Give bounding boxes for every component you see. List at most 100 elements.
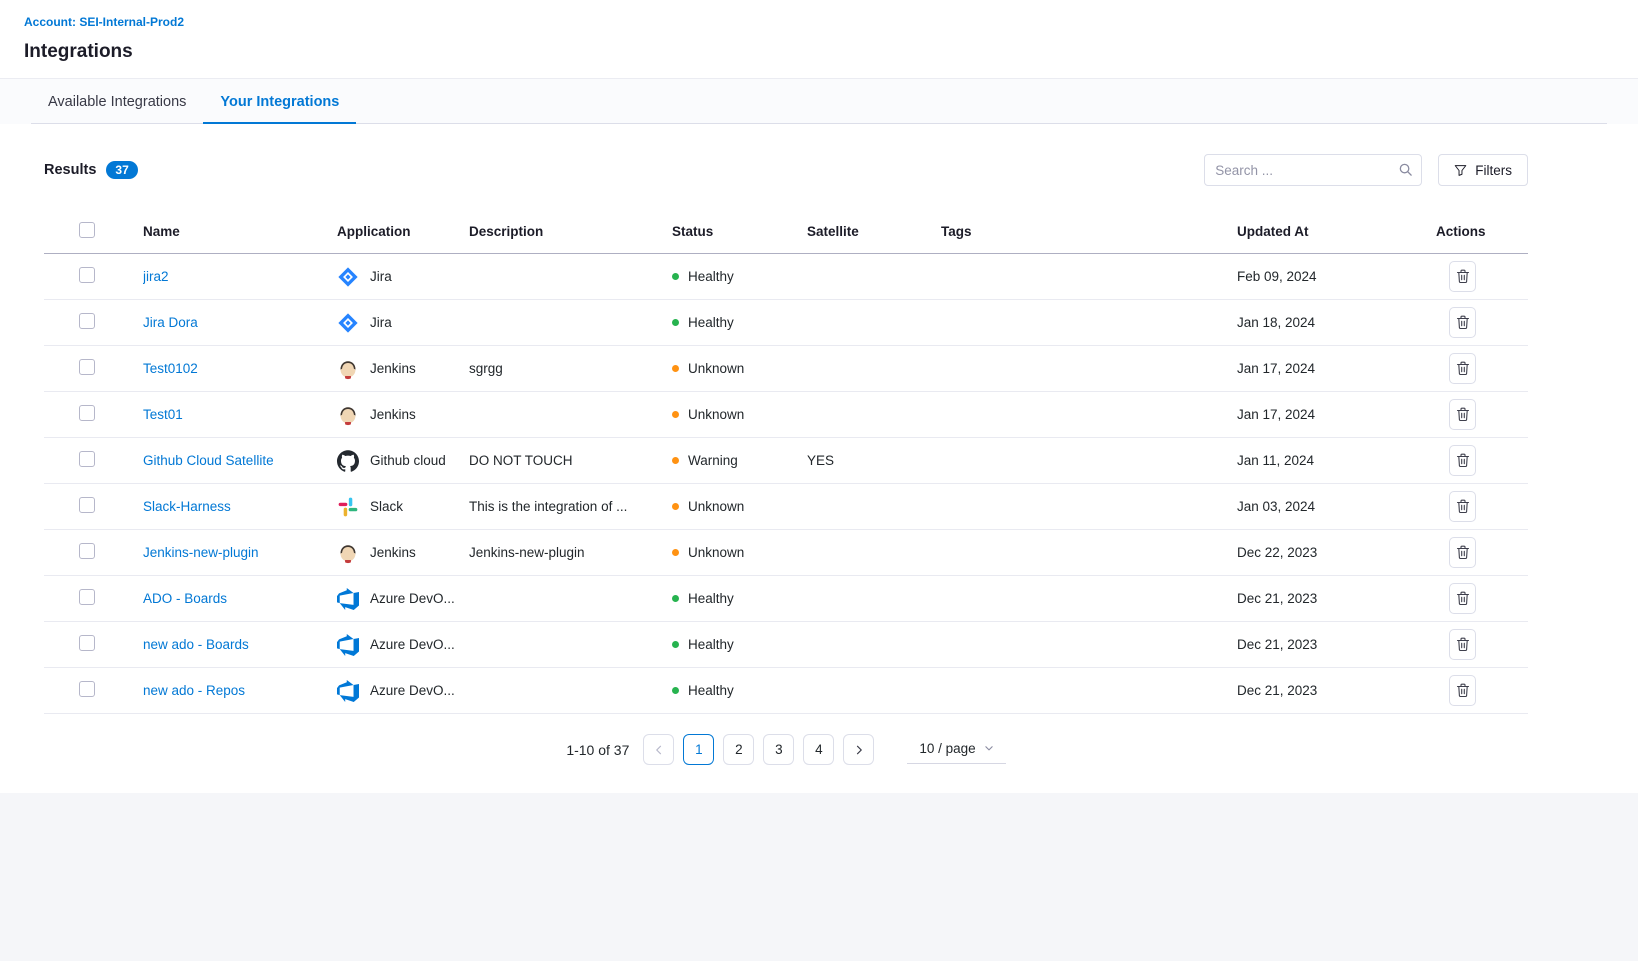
status-cell: Unknown	[672, 407, 807, 422]
select-all-checkbox[interactable]	[79, 222, 95, 238]
tab-your-integrations[interactable]: Your Integrations	[203, 79, 356, 124]
delete-integration-button[interactable]	[1449, 675, 1476, 706]
chevron-right-icon	[853, 744, 865, 756]
status-dot	[672, 457, 679, 464]
chevron-down-icon	[984, 743, 994, 753]
status-label: Healthy	[688, 683, 734, 698]
integration-name-link[interactable]: Test0102	[143, 361, 198, 376]
row-checkbox[interactable]	[79, 589, 95, 605]
page-size-label: 10 / page	[919, 741, 975, 756]
toolbar-right: Filters	[1204, 154, 1528, 186]
application-label: Jenkins	[370, 545, 416, 560]
integration-name-link[interactable]: new ado - Repos	[143, 683, 245, 698]
application-label: Jenkins	[370, 407, 416, 422]
row-checkbox[interactable]	[79, 497, 95, 513]
jenkins-icon	[337, 358, 359, 380]
filters-button[interactable]: Filters	[1438, 154, 1528, 186]
results-label: Results	[44, 162, 96, 178]
status-cell: Warning	[672, 453, 807, 468]
search-input[interactable]	[1204, 154, 1422, 186]
delete-integration-button[interactable]	[1449, 583, 1476, 614]
search-icon	[1398, 162, 1413, 177]
row-checkbox[interactable]	[79, 313, 95, 329]
description-cell: DO NOT TOUCH	[469, 453, 672, 468]
status-cell: Unknown	[672, 545, 807, 560]
azure-devops-icon	[337, 680, 359, 702]
integration-name-link[interactable]: jira2	[143, 269, 169, 284]
updated-at-cell: Jan 18, 2024	[1237, 315, 1436, 330]
toolbar: Results 37 Filters	[44, 154, 1528, 186]
delete-integration-button[interactable]	[1449, 537, 1476, 568]
integration-name-link[interactable]: new ado - Boards	[143, 637, 249, 652]
status-dot	[672, 595, 679, 602]
status-cell: Healthy	[672, 315, 807, 330]
table-row: Test0102JenkinssgrggUnknownJan 17, 2024	[44, 346, 1528, 392]
trash-icon	[1456, 315, 1470, 330]
integration-name-link[interactable]: Github Cloud Satellite	[143, 453, 274, 468]
status-label: Unknown	[688, 499, 744, 514]
integration-name-link[interactable]: Jenkins-new-plugin	[143, 545, 259, 560]
chevron-left-icon	[653, 744, 665, 756]
results-count-badge: 37	[106, 161, 137, 179]
trash-icon	[1456, 407, 1470, 422]
status-cell: Healthy	[672, 591, 807, 606]
column-header-description: Description	[469, 224, 672, 239]
pagination-pages: 1234	[683, 734, 834, 765]
trash-icon	[1456, 361, 1470, 376]
updated-at-cell: Feb 09, 2024	[1237, 269, 1436, 284]
integration-name-link[interactable]: Jira Dora	[143, 315, 198, 330]
table-row: new ado - BoardsAzure DevO...HealthyDec …	[44, 622, 1528, 668]
pagination-prev-button[interactable]	[643, 734, 674, 765]
trash-icon	[1456, 269, 1470, 284]
pagination-page-4-button[interactable]: 4	[803, 734, 834, 765]
account-link[interactable]: Account: SEI-Internal-Prod2	[24, 15, 184, 29]
delete-integration-button[interactable]	[1449, 399, 1476, 430]
updated-at-cell: Dec 21, 2023	[1237, 591, 1436, 606]
pagination-page-3-button[interactable]: 3	[763, 734, 794, 765]
column-header-tags: Tags	[941, 224, 1237, 239]
row-checkbox[interactable]	[79, 451, 95, 467]
application-label: Jira	[370, 315, 392, 330]
application-label: Github cloud	[370, 453, 446, 468]
integration-name-link[interactable]: Slack-Harness	[143, 499, 231, 514]
status-cell: Unknown	[672, 361, 807, 376]
column-header-status: Status	[672, 224, 807, 239]
updated-at-cell: Dec 21, 2023	[1237, 683, 1436, 698]
pagination-next-button[interactable]	[843, 734, 874, 765]
slack-icon	[337, 496, 359, 518]
tab-available-integrations[interactable]: Available Integrations	[31, 79, 203, 123]
delete-integration-button[interactable]	[1449, 629, 1476, 660]
application-label: Azure DevO...	[370, 591, 455, 606]
delete-integration-button[interactable]	[1449, 261, 1476, 292]
jenkins-icon	[337, 404, 359, 426]
pagination: 1-10 of 37 1234 10 / page	[44, 734, 1528, 777]
pagination-page-1-button[interactable]: 1	[683, 734, 714, 765]
integration-name-link[interactable]: ADO - Boards	[143, 591, 227, 606]
delete-integration-button[interactable]	[1449, 491, 1476, 522]
application-label: Jira	[370, 269, 392, 284]
row-checkbox[interactable]	[79, 267, 95, 283]
status-dot	[672, 549, 679, 556]
status-cell: Healthy	[672, 637, 807, 652]
status-dot	[672, 411, 679, 418]
row-checkbox[interactable]	[79, 359, 95, 375]
status-dot	[672, 273, 679, 280]
row-checkbox[interactable]	[79, 405, 95, 421]
row-checkbox[interactable]	[79, 543, 95, 559]
page-size-select[interactable]: 10 / page	[907, 736, 1005, 764]
delete-integration-button[interactable]	[1449, 307, 1476, 338]
jira-icon	[337, 312, 359, 334]
updated-at-cell: Dec 22, 2023	[1237, 545, 1436, 560]
tabs-row: Available Integrations Your Integrations	[31, 79, 1607, 124]
integration-name-link[interactable]: Test01	[143, 407, 183, 422]
updated-at-cell: Jan 03, 2024	[1237, 499, 1436, 514]
table-header-row: Name Application Description Status Sate…	[44, 210, 1528, 254]
row-checkbox[interactable]	[79, 681, 95, 697]
status-cell: Healthy	[672, 269, 807, 284]
row-checkbox[interactable]	[79, 635, 95, 651]
delete-integration-button[interactable]	[1449, 445, 1476, 476]
pagination-page-2-button[interactable]: 2	[723, 734, 754, 765]
trash-icon	[1456, 637, 1470, 652]
table-row: ADO - Boards Azure DevO... Healthy Dec 21, …	[44, 576, 1528, 622]
delete-integration-button[interactable]	[1449, 353, 1476, 384]
